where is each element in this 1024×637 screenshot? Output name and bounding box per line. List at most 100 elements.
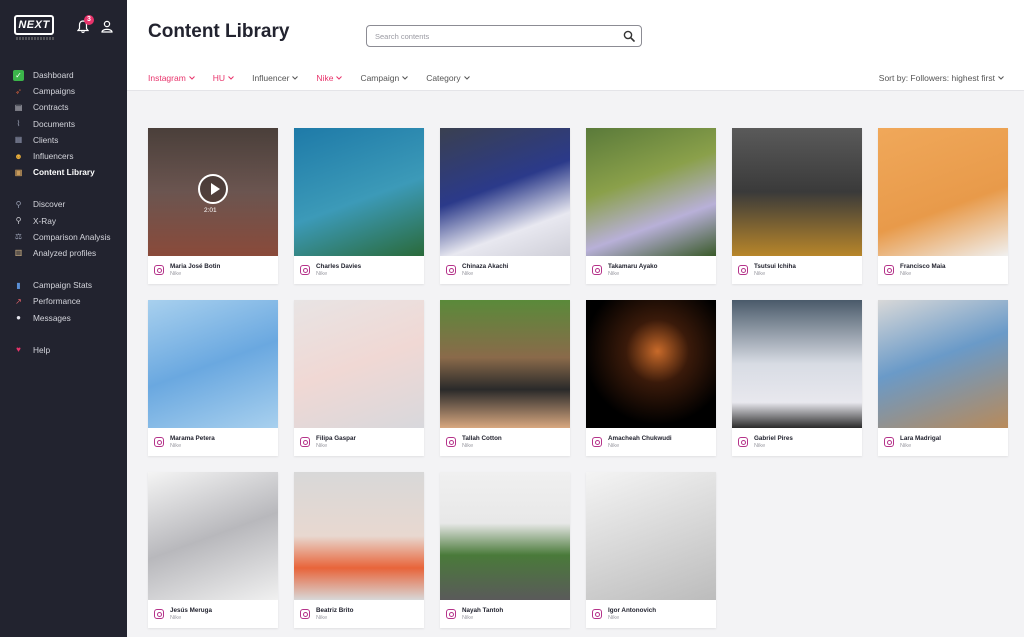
influencer-name[interactable]: Nayah Tantoh <box>462 607 503 615</box>
content-card[interactable]: Lara Madrigal Nike <box>878 300 1008 456</box>
influencer-name[interactable]: Maria José Botin <box>170 263 220 271</box>
instagram-icon <box>592 265 602 275</box>
influencer-name[interactable]: Jesús Meruga <box>170 607 212 615</box>
sidebar-item-content-library[interactable]: ▣ Content Library <box>0 164 127 180</box>
sidebar-item-analyzed-profiles[interactable]: ▥ Analyzed profiles <box>0 245 127 261</box>
content-thumbnail[interactable] <box>440 472 570 600</box>
content-thumbnail[interactable] <box>878 128 1008 256</box>
trend-chart-icon: ↗ <box>15 296 22 306</box>
content-card[interactable]: Jesús Meruga Nike <box>148 472 278 628</box>
content-thumbnail[interactable] <box>148 300 278 428</box>
content-card[interactable]: Filipa Gaspar Nike <box>294 300 424 456</box>
content-thumbnail[interactable] <box>148 472 278 600</box>
filter-campaign[interactable]: Campaign <box>360 73 409 83</box>
sidebar-item-discover[interactable]: ⚲ Discover <box>0 196 127 212</box>
content-card[interactable]: Beatriz Brito Nike <box>294 472 424 628</box>
sidebar-item-documents[interactable]: ⌇ Documents <box>0 116 127 132</box>
sidebar-item-label: Content Library <box>33 167 95 178</box>
card-names: Jesús Meruga Nike <box>170 607 212 622</box>
brand-name: Nike <box>170 614 182 621</box>
content-thumbnail[interactable] <box>732 300 862 428</box>
filter-influencer[interactable]: Influencer <box>252 73 299 83</box>
content-thumbnail[interactable]: 2:01 <box>148 128 278 256</box>
sidebar-item-performance[interactable]: ↗ Performance <box>0 293 127 309</box>
content-thumbnail[interactable] <box>586 128 716 256</box>
play-icon[interactable] <box>198 174 228 204</box>
content-thumbnail[interactable] <box>294 300 424 428</box>
sidebar-item-help[interactable]: ♥ Help <box>0 342 127 358</box>
card-names: Igor Antonovich Nike <box>608 607 656 622</box>
influencer-name[interactable]: Tsutsui Ichiha <box>754 263 796 271</box>
card-names: Nayah Tantoh Nike <box>462 607 503 622</box>
filter-category[interactable]: Category <box>426 73 470 83</box>
content-card[interactable]: Igor Antonovich Nike <box>586 472 716 628</box>
card-names: Tallah Cotton Nike <box>462 435 502 450</box>
content-thumbnail[interactable] <box>440 128 570 256</box>
instagram-icon <box>738 265 748 275</box>
sidebar-item-messages[interactable]: ● Messages <box>0 309 127 325</box>
content-meta: Tallah Cotton Nike <box>440 428 570 456</box>
card-names: Tsutsui Ichiha Nike <box>754 263 796 278</box>
content-meta: Jesús Meruga Nike <box>148 600 278 628</box>
sidebar-item-dashboard[interactable]: ✓ Dashboard <box>0 67 127 83</box>
content-card[interactable]: Francisco Maia Nike <box>878 128 1008 284</box>
content-card[interactable]: Tallah Cotton Nike <box>440 300 570 456</box>
sidebar-item-label: Messages <box>33 312 71 323</box>
influencer-name[interactable]: Charles Davies <box>316 263 361 271</box>
influencer-name[interactable]: Marama Petera <box>170 435 215 443</box>
content-thumbnail[interactable] <box>294 128 424 256</box>
video-duration: 2:01 <box>204 207 217 214</box>
sort-dropdown[interactable]: Sort by: Followers: highest first <box>879 73 1004 83</box>
brand-name: Nike <box>608 442 620 449</box>
instagram-icon <box>592 437 602 447</box>
filter-hu[interactable]: HU <box>213 73 234 83</box>
instagram-icon <box>446 609 456 619</box>
influencer-name[interactable]: Chinaza Akachi <box>462 263 508 271</box>
influencer-name[interactable]: Amacheah Chukwudi <box>608 435 672 443</box>
content-card[interactable]: 2:01 Maria José Botin Nike <box>148 128 278 284</box>
influencer-name[interactable]: Francisco Maia <box>900 263 946 271</box>
influencer-name[interactable]: Gabriel Pires <box>754 435 793 443</box>
influencer-name[interactable]: Takamaru Ayako <box>608 263 657 271</box>
sidebar-item-influencers[interactable]: ☻ Influencers <box>0 148 127 164</box>
content-thumbnail[interactable] <box>440 300 570 428</box>
influencer-name[interactable]: Filipa Gaspar <box>316 435 356 443</box>
filter-nike[interactable]: Nike <box>316 73 343 83</box>
sidebar-item-x-ray[interactable]: ⚲ X-Ray <box>0 213 127 229</box>
content-meta: Filipa Gaspar Nike <box>294 428 424 456</box>
content-card[interactable]: Nayah Tantoh Nike <box>440 472 570 628</box>
content-card[interactable]: Chinaza Akachi Nike <box>440 128 570 284</box>
influencer-name[interactable]: Tallah Cotton <box>462 435 502 443</box>
search-box[interactable] <box>366 25 642 47</box>
card-names: Charles Davies Nike <box>316 263 361 278</box>
sidebar-item-contracts[interactable]: ▤ Contracts <box>0 99 127 115</box>
content-thumbnail[interactable] <box>732 128 862 256</box>
content-thumbnail[interactable] <box>586 300 716 428</box>
content-card[interactable]: Takamaru Ayako Nike <box>586 128 716 284</box>
next-logo[interactable]: NEXT <box>14 15 54 35</box>
influencer-name[interactable]: Lara Madrigal <box>900 435 941 443</box>
sidebar-item-comparison-analysis[interactable]: ⚖ Comparison Analysis <box>0 229 127 245</box>
user-icon[interactable] <box>101 20 113 33</box>
sidebar-item-campaign-stats[interactable]: ▮ Campaign Stats <box>0 277 127 293</box>
header: Content Library Instagram HU Influencer Nik… <box>127 0 1024 91</box>
content-thumbnail[interactable] <box>878 300 1008 428</box>
filter-instagram[interactable]: Instagram <box>148 73 195 83</box>
content-thumbnail[interactable] <box>294 472 424 600</box>
sidebar-item-campaigns[interactable]: ➶ Campaigns <box>0 83 127 99</box>
content-thumbnail[interactable] <box>586 472 716 600</box>
sidebar-item-label: Help <box>33 344 51 355</box>
content-card[interactable]: Gabriel Pires Nike <box>732 300 862 456</box>
content-card[interactable]: Charles Davies Nike <box>294 128 424 284</box>
content-card[interactable]: Amacheah Chukwudi Nike <box>586 300 716 456</box>
content-card[interactable]: Tsutsui Ichiha Nike <box>732 128 862 284</box>
influencer-name[interactable]: Igor Antonovich <box>608 607 656 615</box>
sort-label: Sort by: Followers: highest first <box>878 73 995 83</box>
sidebar-item-clients[interactable]: ▦ Clients <box>0 132 127 148</box>
search-input[interactable] <box>367 26 607 47</box>
clipboard-icon: ▥ <box>14 248 23 258</box>
content-card[interactable]: Marama Petera Nike <box>148 300 278 456</box>
search-icon[interactable] <box>623 30 635 42</box>
influencer-name[interactable]: Beatriz Brito <box>316 607 353 615</box>
